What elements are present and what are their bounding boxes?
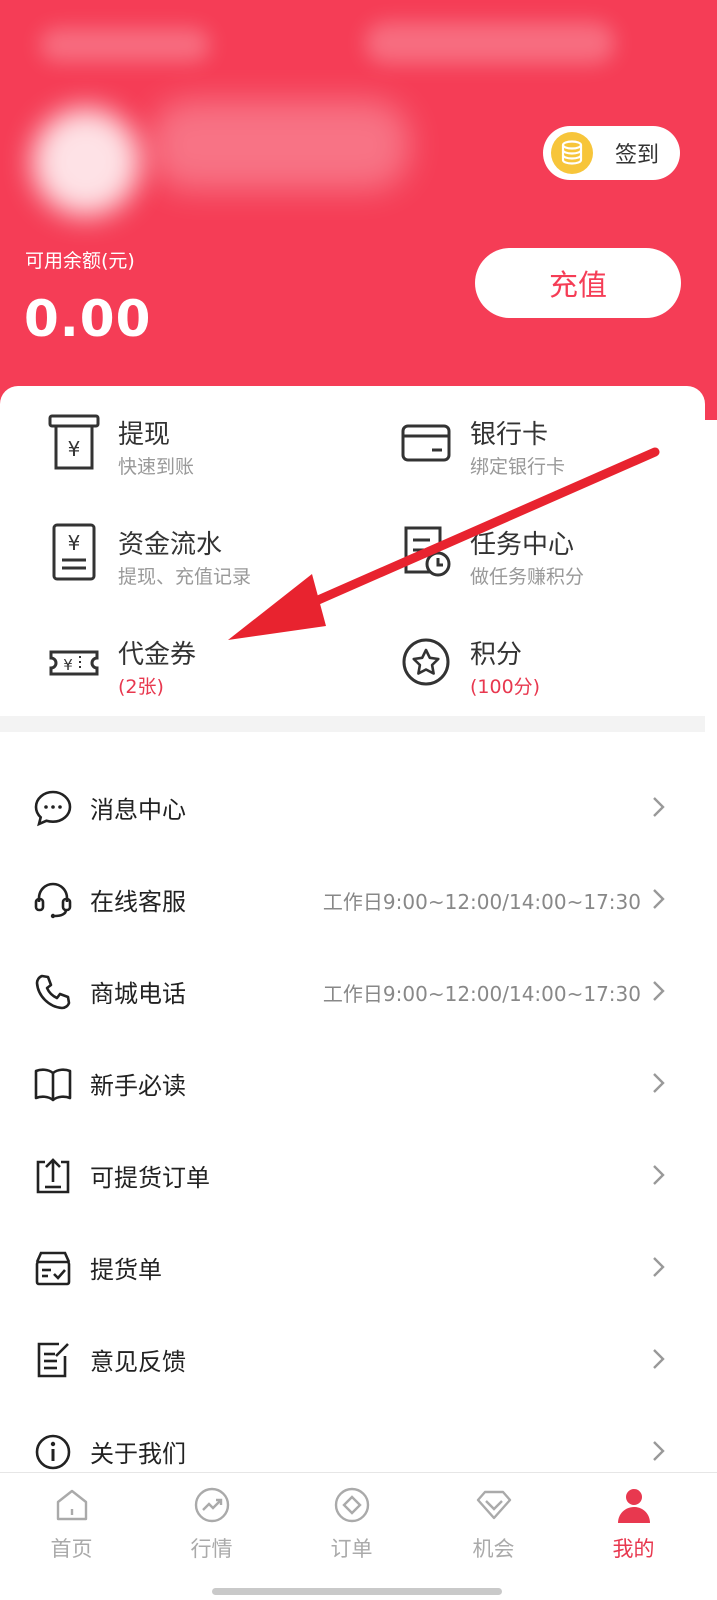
home-icon xyxy=(56,1489,87,1521)
coin-icon xyxy=(551,132,593,174)
grid-title: 任务中心 xyxy=(470,530,575,560)
list-item-label: 新手必读 xyxy=(90,1072,186,1100)
list-item-feedback[interactable]: 意见反馈 xyxy=(0,1312,705,1404)
tab-label: 首页 xyxy=(50,1537,93,1561)
grid-item-task-center[interactable]: 任务中心 做任务赚积分 xyxy=(400,522,700,602)
service-hours: 工作日9:00~12:00/14:00~17:30 xyxy=(322,890,641,914)
tab-label: 机会 xyxy=(472,1537,515,1561)
svg-text:¥: ¥ xyxy=(68,531,81,555)
coupon-icon: ¥ xyxy=(49,650,99,676)
grid-item-ledger[interactable]: ¥ 资金流水 提现、充值记录 xyxy=(48,522,348,602)
tab-opportunity[interactable]: 机会 xyxy=(422,1473,565,1600)
tab-label: 行情 xyxy=(190,1537,233,1561)
chevron-right-icon xyxy=(653,889,665,909)
service-hours: 工作日9:00~12:00/14:00~17:30 xyxy=(322,982,641,1006)
function-panel: ¥ 提现 快速到账 银行卡 绑定银行卡 ¥ 资金流水 提现、充值记录 任务中心 … xyxy=(0,386,705,716)
balance-label: 可用余额(元) xyxy=(25,250,135,272)
list-item-label: 在线客服 xyxy=(90,888,186,916)
grid-item-coupon[interactable]: ¥ 代金券 (2张) xyxy=(48,632,348,712)
order-icon xyxy=(334,1487,369,1523)
status-bar-left-blurred xyxy=(40,28,210,62)
grid-item-withdraw[interactable]: ¥ 提现 快速到账 xyxy=(48,412,348,492)
trend-icon xyxy=(194,1487,229,1523)
avatar[interactable] xyxy=(32,108,140,216)
signin-button[interactable]: 签到 xyxy=(543,126,680,180)
bottom-tab-bar: 首页 行情 订单 机会 我的 xyxy=(0,1472,717,1600)
points-count: (100分) xyxy=(470,676,541,698)
withdraw-icon: ¥ xyxy=(48,414,100,470)
chevron-right-icon xyxy=(653,1257,665,1277)
menu-list: 消息中心 在线客服 工作日9:00~12:00/14:00~17:30 商城电话… xyxy=(0,760,705,1496)
message-icon xyxy=(34,790,72,827)
home-indicator xyxy=(212,1588,502,1595)
list-item-online-service[interactable]: 在线客服 工作日9:00~12:00/14:00~17:30 xyxy=(0,852,705,944)
chevron-right-icon xyxy=(653,1441,665,1461)
balance-value: 0.00 xyxy=(24,290,152,348)
book-icon xyxy=(34,1068,72,1102)
grid-subtitle: 绑定银行卡 xyxy=(470,456,566,478)
list-item-beginner-guide[interactable]: 新手必读 xyxy=(0,1036,705,1128)
list-item-label: 意见反馈 xyxy=(90,1348,186,1376)
tab-label: 订单 xyxy=(330,1537,373,1561)
signin-label: 签到 xyxy=(615,143,660,168)
username-blurred xyxy=(150,100,410,190)
star-icon xyxy=(402,638,450,686)
chevron-right-icon xyxy=(653,1349,665,1369)
gem-icon xyxy=(476,1490,511,1520)
headset-icon xyxy=(34,882,72,919)
list-item-mall-phone[interactable]: 商城电话 工作日9:00~12:00/14:00~17:30 xyxy=(0,944,705,1036)
section-divider xyxy=(0,716,705,732)
list-item-label: 消息中心 xyxy=(90,796,186,824)
info-icon xyxy=(35,1434,71,1470)
list-item-pickup-slip[interactable]: 提货单 xyxy=(0,1220,705,1312)
grid-subtitle: 做任务赚积分 xyxy=(470,566,585,588)
status-bar-right-blurred xyxy=(365,22,615,64)
chevron-right-icon xyxy=(653,1073,665,1093)
profile-icon xyxy=(617,1489,650,1523)
task-clock-icon xyxy=(404,526,451,577)
svg-text:¥: ¥ xyxy=(63,656,73,674)
grid-title: 资金流水 xyxy=(118,530,223,560)
tab-market[interactable]: 行情 xyxy=(140,1473,283,1600)
grid-subtitle: 提现、充值记录 xyxy=(118,566,252,588)
chevron-right-icon xyxy=(653,981,665,1001)
phone-icon xyxy=(35,974,71,1010)
chevron-right-icon xyxy=(653,1165,665,1185)
recharge-button[interactable]: 充值 xyxy=(475,248,681,318)
profile-header: 签到 可用余额(元) 0.00 充值 xyxy=(0,0,717,420)
grid-item-bank-card[interactable]: 银行卡 绑定银行卡 xyxy=(400,412,700,492)
grid-subtitle: 快速到账 xyxy=(118,456,195,478)
list-item-label: 可提货订单 xyxy=(90,1164,210,1192)
list-item-pickup-orders[interactable]: 可提货订单 xyxy=(0,1128,705,1220)
tab-mine[interactable]: 我的 xyxy=(562,1473,705,1600)
grid-title: 代金券 xyxy=(118,640,197,670)
list-item-label: 关于我们 xyxy=(90,1440,186,1468)
list-item-message-center[interactable]: 消息中心 xyxy=(0,760,705,852)
tab-orders[interactable]: 订单 xyxy=(280,1473,423,1600)
grid-title: 提现 xyxy=(118,420,171,450)
delivery-box-icon xyxy=(35,1251,71,1286)
grid-item-points[interactable]: 积分 (100分) xyxy=(400,632,700,712)
grid-title: 积分 xyxy=(470,640,523,670)
tab-label: 我的 xyxy=(612,1537,655,1561)
feedback-icon xyxy=(37,1342,69,1378)
list-item-label: 提货单 xyxy=(90,1256,162,1284)
chevron-right-icon xyxy=(653,797,665,817)
grid-title: 银行卡 xyxy=(470,420,549,450)
coupon-count: (2张) xyxy=(118,676,164,698)
upload-box-icon xyxy=(36,1158,70,1194)
svg-text:¥: ¥ xyxy=(68,437,81,461)
list-item-label: 商城电话 xyxy=(90,980,186,1008)
bank-card-icon xyxy=(401,424,451,462)
ledger-icon: ¥ xyxy=(52,523,96,581)
tab-home[interactable]: 首页 xyxy=(0,1473,143,1600)
